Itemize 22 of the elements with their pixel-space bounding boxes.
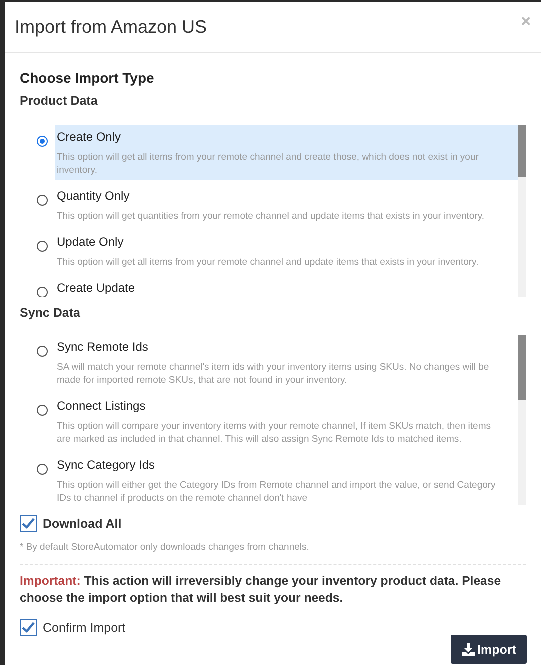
option-description: This option will either get the Category IDs from Remote channel and import the value, or send Category IDs to channel if products on the remote channel don't have <box>57 479 497 505</box>
group-label: Product Data <box>20 94 99 108</box>
option-description: This option will compare your inventory items with your remote channel, If item SKUs match, then items are marked as included in that channel. This will also assign Sync Remote Ids to matched items. <box>57 420 492 446</box>
option-label[interactable]: Create Update <box>57 281 504 295</box>
import-button[interactable]: Import <box>451 635 527 664</box>
option-label[interactable]: Update Only <box>57 235 504 249</box>
option-label[interactable]: Connect Listings <box>57 399 504 413</box>
dialog-title: Import from Amazon US <box>15 16 208 38</box>
checkbox-label: Confirm Import <box>43 620 126 634</box>
note-text: * By default StoreAutomator only downloads changes from channels. <box>20 542 310 553</box>
warning-text: Important: This action will irreversibly change your inventory product data. Please choose the import option that will best suit your needs. <box>20 573 502 607</box>
option-label[interactable]: Create Only <box>57 130 504 144</box>
option-label[interactable]: Sync Remote Ids <box>57 340 504 354</box>
option-label[interactable]: Sync Category Ids <box>57 458 504 472</box>
option-label[interactable]: Quantity Only <box>57 189 504 203</box>
option-description: This option will get quantities from your remote channel and update items that exists in your inventory. <box>57 210 486 223</box>
section-heading: Choose Import Type <box>20 70 156 86</box>
option-description: This option will get all items from your remote channel and create those, which does not exist in your inventory. <box>57 151 480 177</box>
checkbox-label: Download All <box>43 516 122 530</box>
group-label: Sync Data <box>20 306 82 320</box>
option-description: SA will match your remote channel's item ids with your inventory items using SKUs. No changes will be made for imported remote SKUs, that are not found in your inventory. <box>57 361 490 387</box>
option-description: This option will get all items from your remote channel and update items that exists in your inventory. <box>57 256 480 269</box>
